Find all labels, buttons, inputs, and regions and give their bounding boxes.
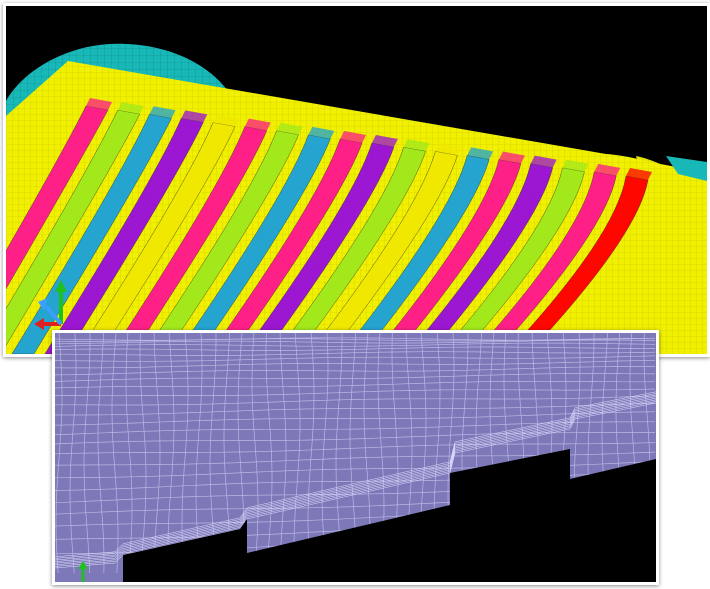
mesh-3d-view	[3, 3, 710, 357]
mesh-2d-detail-view	[52, 330, 659, 585]
mesh-3d-canvas	[6, 6, 707, 354]
figure	[0, 0, 710, 589]
mesh-2d-canvas	[55, 333, 656, 582]
